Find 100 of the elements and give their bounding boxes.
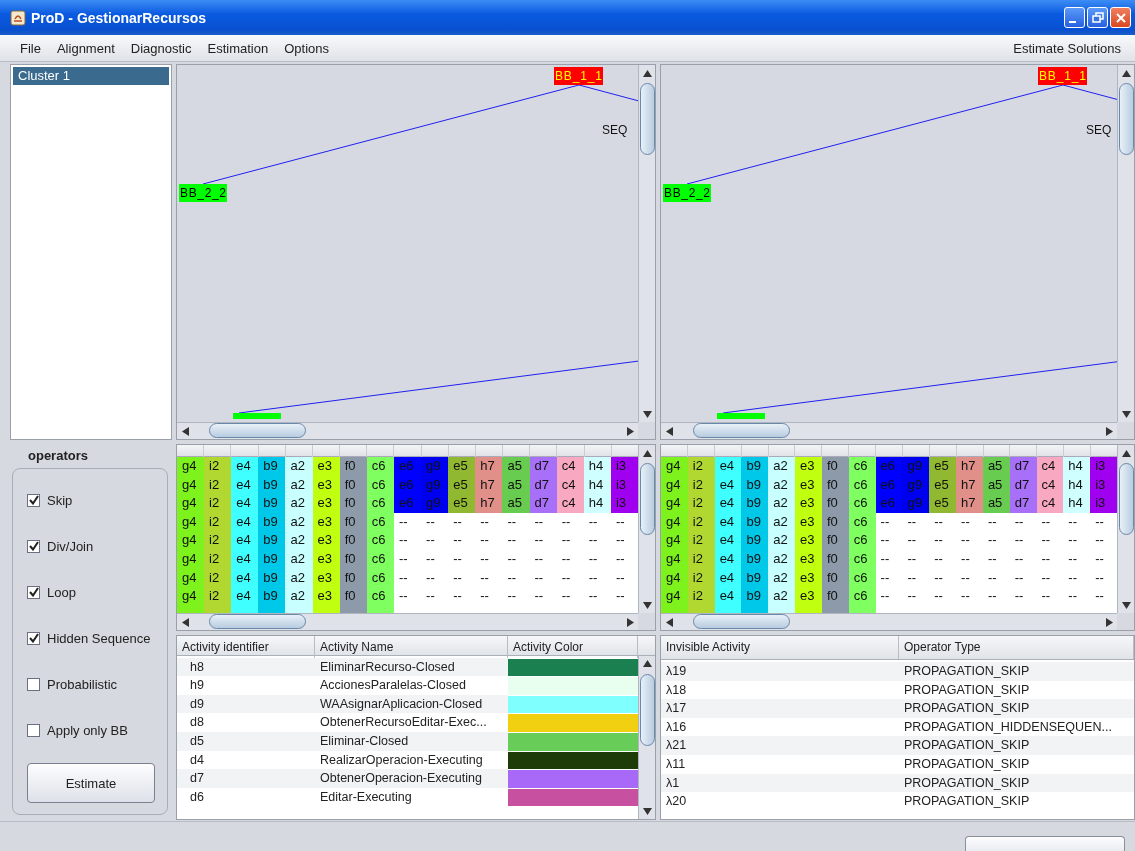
menu-item[interactable]: Options <box>276 38 337 58</box>
column-header[interactable] <box>448 445 475 457</box>
scroll-thumb[interactable] <box>209 423 306 438</box>
down-arrow-icon[interactable] <box>642 601 652 609</box>
column-header[interactable] <box>956 445 983 457</box>
scrollbar[interactable] <box>661 613 1117 630</box>
column-header[interactable] <box>285 445 312 457</box>
down-arrow-icon[interactable] <box>642 807 652 815</box>
right-arrow-icon[interactable] <box>1105 617 1113 627</box>
menu-item[interactable]: Estimate Solutions <box>1005 38 1129 58</box>
column-header[interactable] <box>902 445 929 457</box>
scroll-thumb[interactable] <box>209 614 306 629</box>
restore-button[interactable] <box>1087 7 1108 28</box>
column-header[interactable] <box>714 445 741 457</box>
column-header[interactable] <box>687 445 714 457</box>
grid-cell-text: -- <box>587 549 599 568</box>
scrollbar[interactable] <box>661 422 1117 439</box>
up-arrow-icon[interactable] <box>1121 449 1131 457</box>
grid-cell-text: -- <box>1067 587 1078 606</box>
action-button[interactable] <box>965 836 1125 851</box>
checkbox[interactable] <box>27 493 40 507</box>
checkbox[interactable] <box>27 631 40 645</box>
column-header[interactable] <box>394 445 421 457</box>
column-header[interactable] <box>204 445 231 457</box>
scrollbar[interactable] <box>638 655 655 819</box>
column-header[interactable] <box>929 445 956 457</box>
scroll-thumb[interactable] <box>693 423 790 438</box>
menu-item[interactable]: File <box>14 38 49 58</box>
scrollbar[interactable] <box>638 65 655 422</box>
column-header[interactable] <box>584 445 611 457</box>
scroll-thumb[interactable] <box>1119 83 1134 155</box>
column-header[interactable] <box>822 445 849 457</box>
up-arrow-icon[interactable] <box>1121 69 1131 77</box>
scroll-thumb[interactable] <box>640 463 655 535</box>
close-button[interactable] <box>1110 7 1131 28</box>
menu-item[interactable]: Diagnostic <box>122 38 200 58</box>
column-header[interactable] <box>557 445 584 457</box>
column-header[interactable]: Operator Type <box>899 636 1134 659</box>
column-header[interactable]: Invisible Activity <box>661 636 899 659</box>
column-header[interactable] <box>475 445 503 457</box>
menu-item[interactable]: Estimation <box>199 38 277 58</box>
left-arrow-icon[interactable] <box>665 426 673 436</box>
table-cell-text: PROPAGATION_SKIP <box>903 793 1031 811</box>
column-header[interactable] <box>849 445 876 457</box>
down-arrow-icon[interactable] <box>1121 601 1131 609</box>
column-header[interactable] <box>1064 445 1091 457</box>
scrollbar[interactable] <box>1117 445 1134 613</box>
column-header[interactable] <box>661 445 687 457</box>
scroll-thumb[interactable] <box>640 83 655 155</box>
column-header[interactable] <box>312 445 340 457</box>
checkbox-label: Skip <box>47 492 73 508</box>
table-cell-text: WAAsignarAplicacion-Closed <box>319 695 484 713</box>
scrollbar[interactable] <box>1117 65 1134 422</box>
scroll-thumb[interactable] <box>693 614 790 629</box>
grid-cell: h4 <box>1063 494 1091 513</box>
scroll-thumb[interactable] <box>640 673 655 746</box>
checkbox[interactable] <box>27 539 40 553</box>
column-header[interactable] <box>876 445 902 457</box>
scrollbar[interactable] <box>638 445 655 613</box>
down-arrow-icon[interactable] <box>642 410 652 418</box>
minimize-button[interactable] <box>1064 7 1085 28</box>
column-header[interactable] <box>768 445 795 457</box>
up-arrow-icon[interactable] <box>642 660 652 668</box>
column-header[interactable] <box>258 445 285 457</box>
column-header[interactable] <box>421 445 448 457</box>
column-header[interactable] <box>231 445 258 457</box>
column-header[interactable] <box>503 445 530 457</box>
column-header[interactable] <box>1037 445 1064 457</box>
up-arrow-icon[interactable] <box>642 449 652 457</box>
right-arrow-icon[interactable] <box>626 426 634 436</box>
table-cell-text: d8 <box>189 714 205 732</box>
grid-cell: f0 <box>339 494 367 513</box>
list-item[interactable]: Cluster 1 <box>13 67 169 85</box>
column-header[interactable] <box>983 445 1010 457</box>
right-arrow-icon[interactable] <box>1105 426 1113 436</box>
scroll-thumb[interactable] <box>1119 463 1134 535</box>
column-header[interactable] <box>367 445 394 457</box>
grid-cell: b9 <box>258 531 286 550</box>
left-arrow-icon[interactable] <box>181 617 189 627</box>
column-header[interactable] <box>177 445 204 457</box>
left-arrow-icon[interactable] <box>665 617 673 627</box>
column-header[interactable] <box>530 445 557 457</box>
checkbox[interactable] <box>27 585 40 599</box>
column-header[interactable] <box>340 445 367 457</box>
grid-cell: e3 <box>795 587 822 606</box>
left-arrow-icon[interactable] <box>181 426 189 436</box>
down-arrow-icon[interactable] <box>1121 410 1131 418</box>
grid-cell: c6 <box>366 457 394 476</box>
grid-cell-text: -- <box>906 587 918 606</box>
scrollbar[interactable] <box>177 422 638 439</box>
column-header[interactable] <box>1010 445 1037 457</box>
menu-item[interactable]: Alignment <box>48 38 123 58</box>
right-arrow-icon[interactable] <box>626 617 634 627</box>
checkbox[interactable] <box>27 677 40 691</box>
column-header[interactable] <box>795 445 822 457</box>
estimate-button[interactable]: Estimate <box>27 763 155 803</box>
up-arrow-icon[interactable] <box>642 69 652 77</box>
scrollbar[interactable] <box>177 613 638 630</box>
column-header[interactable] <box>741 445 768 457</box>
checkbox[interactable] <box>27 723 40 737</box>
